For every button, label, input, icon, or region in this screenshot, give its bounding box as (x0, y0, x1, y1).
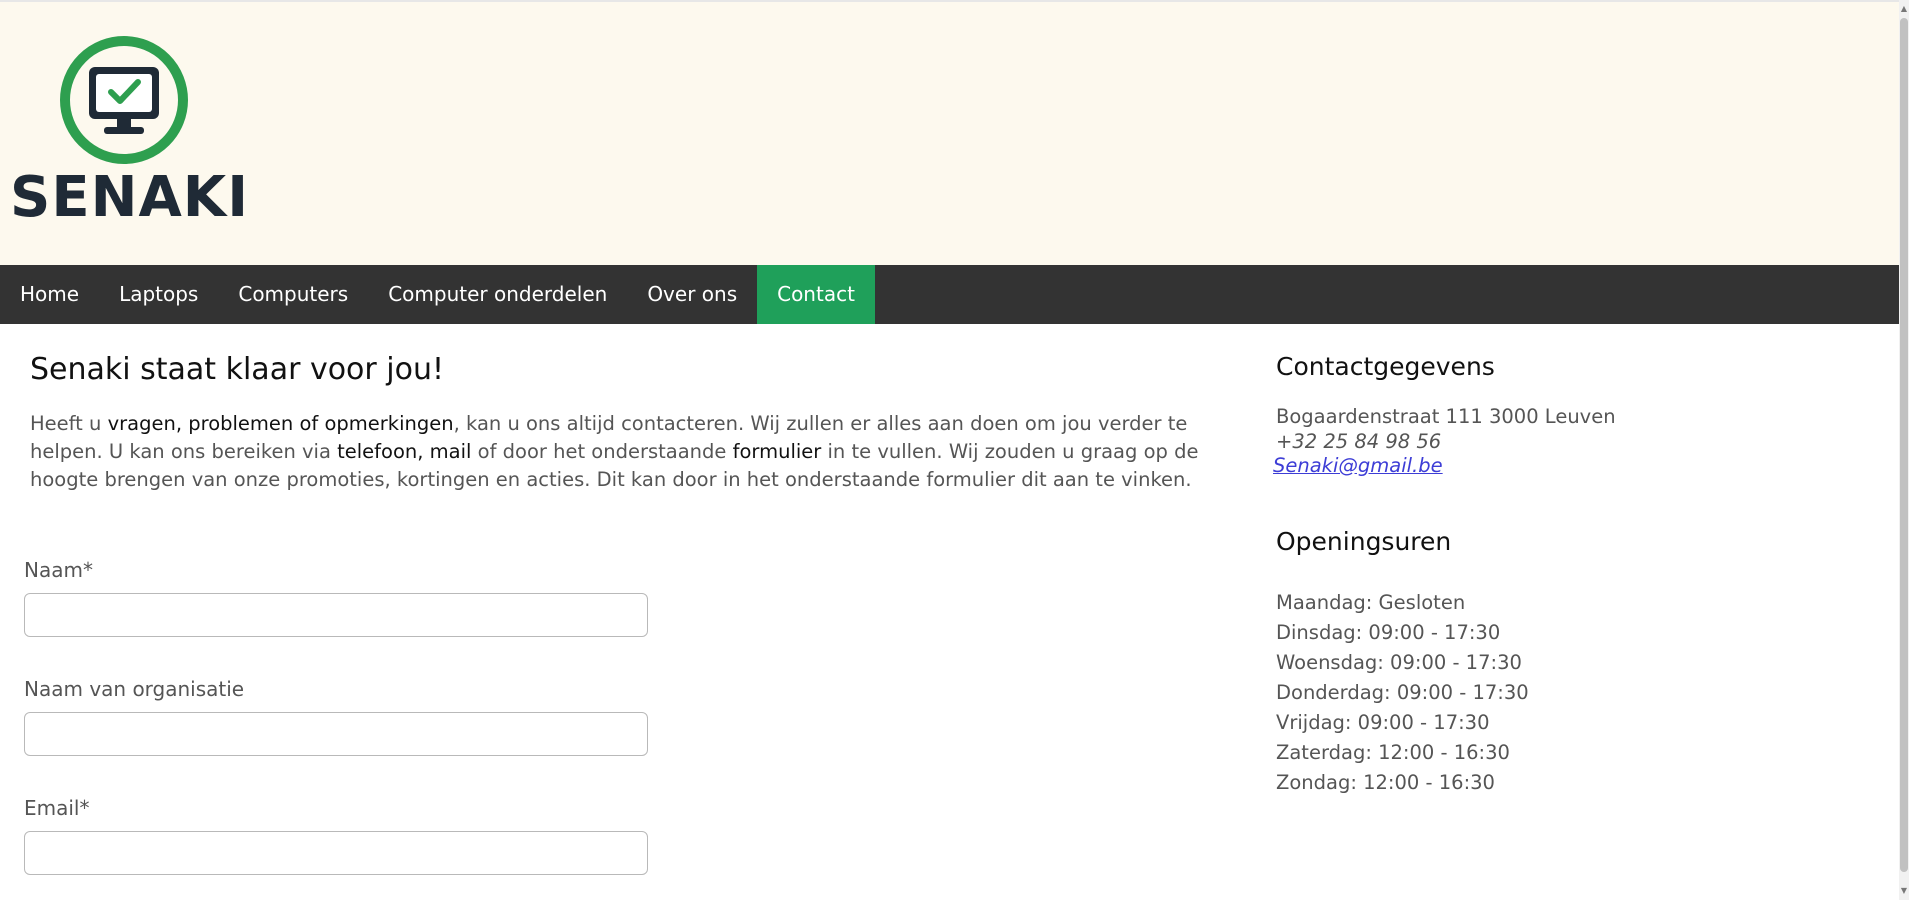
hours-row: Woensdag: 09:00 - 17:30 (1276, 651, 1522, 674)
nav-over-ons[interactable]: Over ons (627, 265, 757, 324)
intro-bold-2: telefoon, mail (337, 440, 472, 463)
nav-laptops[interactable]: Laptops (99, 265, 218, 324)
phone-text: +32 25 84 98 56 (1276, 430, 1442, 453)
site-header: SENAKI (0, 2, 1899, 265)
intro-paragraph: Heeft u vragen, problemen of opmerkingen… (30, 410, 1230, 494)
hours-heading: Openingsuren (1276, 527, 1452, 556)
address-text: Bogaardenstraat 111 3000 Leuven (1276, 405, 1616, 428)
hours-row: Vrijdag: 09:00 - 17:30 (1276, 711, 1490, 734)
hours-row: Donderdag: 09:00 - 17:30 (1276, 681, 1529, 704)
nav-computer-onderdelen[interactable]: Computer onderdelen (368, 265, 627, 324)
intro-text-3: of door het onderstaande (471, 440, 733, 463)
opening-hours-list: Maandag: Gesloten Dinsdag: 09:00 - 17:30… (1276, 588, 1529, 798)
page: SENAKI Home Laptops Computers Computer o… (0, 0, 1909, 900)
organization-input[interactable] (24, 712, 648, 756)
hours-row: Dinsdag: 09:00 - 17:30 (1276, 621, 1501, 644)
hours-row: Zondag: 12:00 - 16:30 (1276, 771, 1495, 794)
scroll-down-icon[interactable]: ▼ (1900, 886, 1908, 896)
main-navigation: Home Laptops Computers Computer onderdel… (0, 265, 1899, 324)
email-label: Email* (24, 796, 90, 820)
intro-bold-3: formulier (732, 440, 822, 463)
nav-home[interactable]: Home (0, 265, 99, 324)
intro-text-1: Heeft u (30, 412, 108, 435)
email-link[interactable]: Senaki@gmail.be (1273, 454, 1443, 477)
page-title: Senaki staat klaar voor jou! (30, 352, 445, 387)
hours-row: Maandag: Gesloten (1276, 591, 1466, 614)
contact-heading: Contactgegevens (1276, 352, 1495, 381)
scroll-up-icon[interactable]: ▲ (1900, 4, 1908, 14)
vertical-scrollbar[interactable]: ▲ ▼ (1899, 0, 1909, 900)
name-input[interactable] (24, 593, 648, 637)
organization-label: Naam van organisatie (24, 677, 245, 701)
hours-row: Zaterdag: 12:00 - 16:30 (1276, 741, 1510, 764)
scrollbar-thumb[interactable] (1900, 18, 1908, 872)
nav-computers[interactable]: Computers (218, 265, 368, 324)
nav-contact[interactable]: Contact (757, 265, 875, 324)
intro-bold-1: vragen, problemen of opmerkingen (107, 412, 454, 435)
email-input[interactable] (24, 831, 648, 875)
brand-wordmark: SENAKI (10, 165, 250, 230)
name-label: Naam* (24, 558, 93, 582)
